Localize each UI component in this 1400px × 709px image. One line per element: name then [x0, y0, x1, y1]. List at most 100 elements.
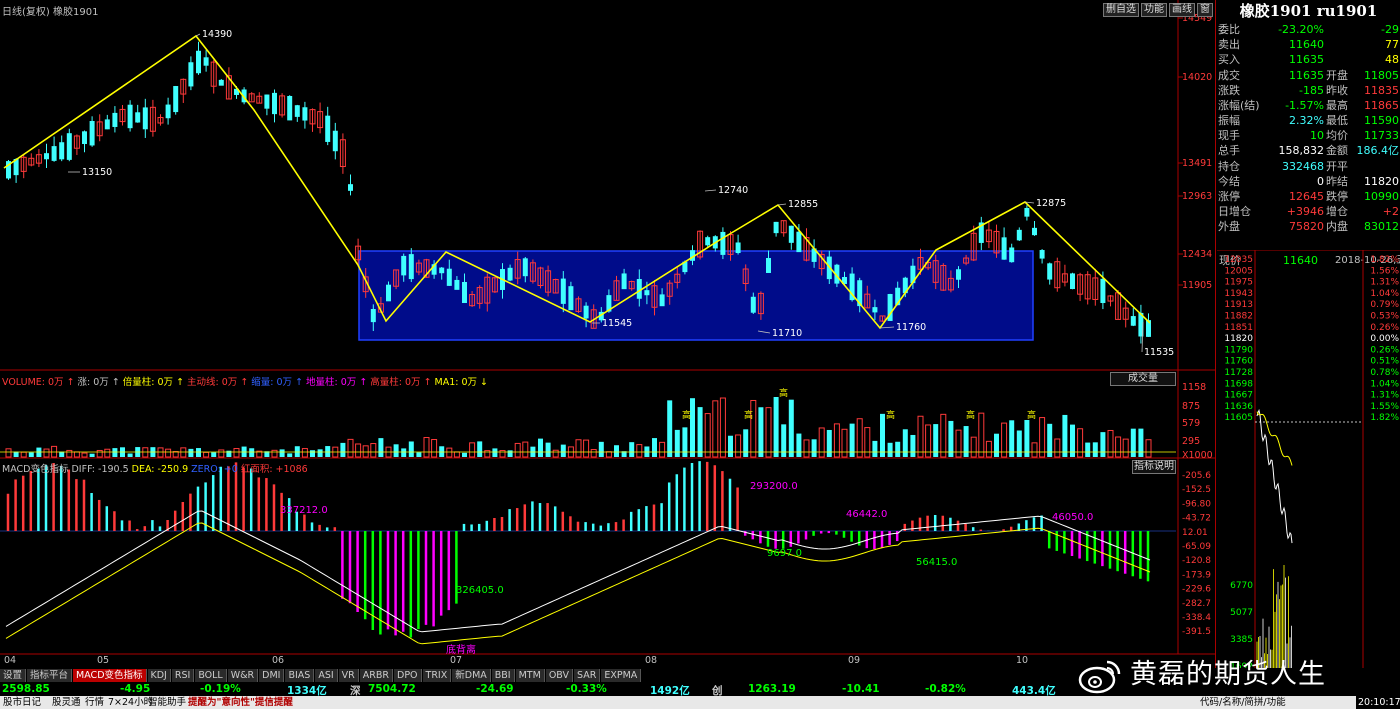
sh-index-pct: -0.19% [200, 683, 241, 695]
volume-indicator-select[interactable]: 成交量 [1110, 372, 1176, 386]
status-item-stock[interactable]: 股灵通 [52, 696, 81, 709]
volume-legend-item: 缩量: 0万 ↑ [251, 377, 304, 388]
candle-body [173, 86, 179, 113]
indicator-tab[interactable]: OBV [545, 669, 574, 682]
candle-body [788, 225, 794, 243]
indicator-tab[interactable]: DPO [394, 669, 422, 682]
price-annotation-label: 11535 [1144, 347, 1174, 358]
indicator-tab[interactable]: EXPMA [601, 669, 642, 682]
clock: 20:10:17 [1356, 696, 1400, 709]
add-favorite-button[interactable]: 删自选 [1103, 3, 1139, 17]
status-item-diary[interactable]: 股市日记 [3, 696, 41, 709]
chart-canvas[interactable]: 1454914020134911296312434119051439013150… [0, 0, 1216, 668]
volume-bar [590, 449, 597, 458]
volume-bar [1107, 429, 1114, 458]
indicator-tab[interactable]: W&R [227, 669, 259, 682]
quote-value: 10990 [1364, 190, 1399, 203]
candle-body [507, 267, 513, 281]
indicator-tab[interactable]: BOLL [195, 669, 227, 682]
window-button[interactable]: 窗 [1197, 3, 1213, 17]
indicator-tab[interactable]: MACD变色指标 [73, 669, 147, 682]
volume-bar [1039, 417, 1046, 458]
volume-bar [719, 397, 726, 458]
intraday-mini-chart[interactable]: 12035 12005 11975 11943 11913 11882 11851 11820… [1217, 249, 1400, 672]
volume-peak-mark: 高 [779, 387, 788, 399]
mini-right-tick: 0.00% [1370, 334, 1399, 344]
indicator-tab[interactable]: BBI [491, 669, 515, 682]
volume-bar [872, 440, 878, 457]
volume-bar [211, 452, 217, 457]
volume-bar [735, 434, 742, 458]
volume-bar [355, 443, 362, 458]
indicator-tab[interactable]: 设置 [0, 669, 27, 682]
price-annotation-label: 12875 [1036, 198, 1066, 209]
indicator-tab[interactable]: KDJ [147, 669, 171, 682]
mini-left-tick: 11760 [1224, 357, 1253, 367]
chart-title: 日线(复权) 橡胶1901 [2, 7, 99, 18]
function-button[interactable]: 功能 [1141, 3, 1167, 17]
indicator-help-button[interactable]: 指标说明 [1132, 460, 1176, 474]
macd-tick-label: -229.6 [1182, 585, 1211, 595]
volume-bar [856, 418, 863, 458]
mini-right-tick: 1.55% [1370, 402, 1399, 412]
quote-value: 11590 [1364, 114, 1399, 127]
quote-value: 77 [1385, 38, 1399, 51]
indicator-tab[interactable]: VR [338, 669, 359, 682]
candle-body [127, 104, 133, 129]
volume-bar [765, 407, 772, 458]
mini-right-tick: 1.56% [1370, 266, 1399, 276]
status-item-247[interactable]: 7×24小时 [108, 696, 153, 709]
volume-bar [704, 413, 711, 458]
indicator-tab[interactable]: ASI [315, 669, 338, 682]
candle-body [583, 305, 589, 319]
cy-index-pct: -0.82% [925, 683, 966, 695]
candle-body [1130, 316, 1136, 326]
draw-line-button[interactable]: 画线 [1169, 3, 1195, 17]
candle-body [294, 105, 300, 117]
status-item-assistant[interactable]: 智能助手 [148, 696, 186, 709]
candle-body [165, 104, 171, 119]
macd-dea-line [5, 522, 1151, 645]
indicator-tab[interactable]: 指标平台 [27, 669, 73, 682]
chart-area[interactable]: 14549 14020 13491 12963 12434 11905 14390 13150… [0, 0, 1216, 668]
candle-body [287, 96, 293, 121]
code-search-box[interactable]: 代码/名称/简拼/功能 [1200, 696, 1286, 709]
status-item-quotes[interactable]: 行情 [85, 696, 104, 709]
macd-histogram [6, 461, 1150, 638]
indicator-tab[interactable]: SAR [574, 669, 601, 682]
month-label: 07 [450, 655, 463, 666]
indicator-tab[interactable]: MTM [515, 669, 545, 682]
quote-value [1217, 159, 1399, 174]
volume-bar [89, 453, 95, 457]
volume-bar [66, 449, 73, 458]
candle-body [264, 94, 270, 109]
volume-bar [362, 445, 369, 458]
indicator-tab[interactable]: TRIX [422, 669, 452, 682]
mini-left-tick: 11851 [1224, 323, 1253, 333]
price-annotation-label: 12740 [718, 185, 748, 196]
volume-bar [887, 442, 893, 457]
quote-value: 11835 [1364, 84, 1399, 97]
volume-bar [1062, 414, 1068, 457]
candle-body [1070, 273, 1075, 290]
indicator-tab[interactable]: 新DMA [452, 669, 491, 682]
volume-bar [811, 439, 817, 457]
volume-bar [301, 448, 308, 458]
indicator-tab[interactable]: RSI [171, 669, 195, 682]
volume-bar [636, 444, 643, 458]
volume-bar [233, 448, 240, 458]
quote-value: -29 [1381, 23, 1399, 36]
indicator-tab[interactable]: BIAS [285, 669, 315, 682]
quote-panel: 橡胶1901 ru1901 现价 11640 2018-10-26,五 委比 -2… [1217, 0, 1400, 267]
volume-bar [378, 438, 384, 457]
candle-body [522, 258, 528, 277]
macd-tick-label: 12.01 [1182, 528, 1208, 538]
volume-legend-item: 高量柱: 0万 ↑ [370, 377, 432, 388]
volume-bar [462, 452, 467, 457]
mini-left-tick: 11882 [1224, 312, 1253, 322]
indicator-tab[interactable]: ARBR [359, 669, 393, 682]
volume-bar [773, 397, 779, 457]
indicator-tab[interactable]: DMI [259, 669, 285, 682]
volume-legend: VOLUME: 0万 ↑ 涨: 0万 ↑ 倍量柱: 0万 ↑ 主动线: 0万 ↑ 缩量:… [2, 374, 491, 388]
candle-body [44, 153, 49, 160]
